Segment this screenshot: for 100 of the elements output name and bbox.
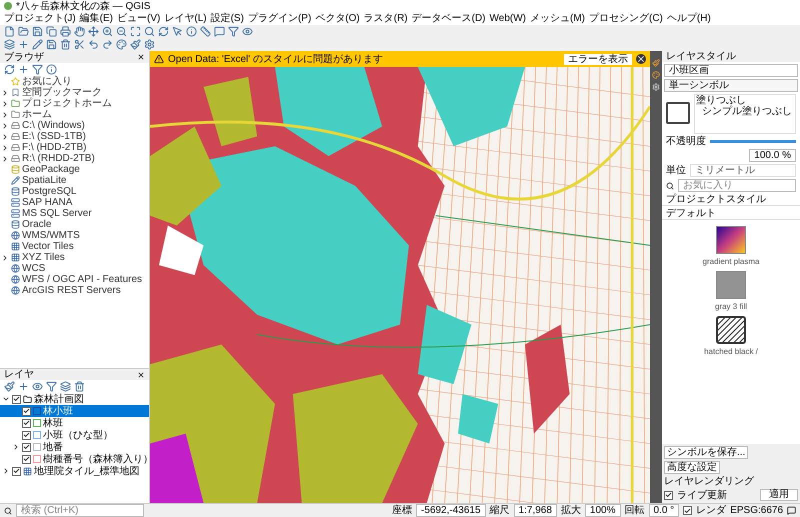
expand-icon[interactable] xyxy=(2,467,10,475)
browser-item[interactable]: MS SQL Server xyxy=(22,208,92,219)
checkbox[interactable] xyxy=(22,454,31,464)
checkbox[interactable] xyxy=(12,466,21,476)
unit-dropdown[interactable]: ミリメートル xyxy=(690,164,796,177)
info-icon[interactable] xyxy=(46,64,57,75)
checkbox[interactable] xyxy=(22,442,31,452)
menu-item[interactable]: ベクタ(O) xyxy=(315,13,360,24)
coordinate-field[interactable]: -5692,-43615 xyxy=(416,504,486,517)
pointer-icon[interactable] xyxy=(172,26,183,37)
menu-item[interactable]: 編集(E) xyxy=(80,13,114,24)
layer-row[interactable]: 林班 xyxy=(0,417,149,429)
hand-icon[interactable] xyxy=(74,26,85,37)
eye-icon[interactable] xyxy=(242,26,253,37)
layer-row[interactable]: 地理院タイル_標準地図 xyxy=(0,465,149,477)
layers-icon[interactable] xyxy=(60,381,71,392)
layer-row[interactable]: 小班（ひな型） xyxy=(0,429,149,441)
menu-item[interactable]: プラグイン(P) xyxy=(248,13,312,24)
brush-icon[interactable] xyxy=(4,381,15,392)
expand-icon[interactable] xyxy=(1,254,9,262)
browser-item[interactable]: PostgreSQL xyxy=(22,186,76,197)
pencil-icon[interactable] xyxy=(32,39,43,50)
panel-button[interactable]: シンボルを保存... xyxy=(664,446,748,459)
refresh-icon[interactable] xyxy=(4,64,15,75)
browser-item[interactable]: Vector Tiles xyxy=(22,241,74,252)
locator-search-field[interactable]: 検索 (Ctrl+K) xyxy=(16,504,144,517)
filter-icon[interactable] xyxy=(228,26,239,37)
expand-icon[interactable] xyxy=(1,132,9,140)
ruler-icon[interactable] xyxy=(200,26,211,37)
crs-button[interactable]: EPSG:6676 xyxy=(730,505,783,516)
brush-icon[interactable] xyxy=(130,39,141,50)
expand-icon[interactable] xyxy=(1,122,9,130)
undo-icon[interactable] xyxy=(88,39,99,50)
symbol-layer-item[interactable]: 塗りつぶし xyxy=(695,95,795,106)
browser-item[interactable]: C:\ (Windows) xyxy=(22,120,85,131)
layer-row[interactable]: 森林計画図 xyxy=(0,393,149,405)
layers-icon[interactable] xyxy=(4,39,15,50)
apply-button[interactable]: 適用 xyxy=(760,489,798,501)
symbol-preview[interactable] xyxy=(716,316,746,344)
browser-item[interactable]: GeoPackage xyxy=(22,164,80,175)
collapse-icon[interactable] xyxy=(2,395,10,403)
browser-item[interactable]: ArcGIS REST Servers xyxy=(22,285,121,296)
menu-item[interactable]: メッシュ(M) xyxy=(530,13,585,24)
menu-item[interactable]: ヘルプ(H) xyxy=(666,13,711,24)
browser-item[interactable]: プロジェクトホーム xyxy=(22,98,112,109)
close-icon[interactable] xyxy=(636,54,646,64)
menu-item[interactable]: ビュー(V) xyxy=(117,13,160,24)
browser-item[interactable]: お気に入り xyxy=(22,76,72,87)
message-icon[interactable] xyxy=(787,506,796,515)
rotation-field[interactable]: 0.0 ° xyxy=(648,504,680,517)
expand-icon[interactable] xyxy=(1,154,9,162)
checkbox[interactable] xyxy=(12,394,21,404)
brush-icon[interactable] xyxy=(652,59,660,67)
filter-icon[interactable] xyxy=(32,64,43,75)
layer-dropdown[interactable]: 小班区画 xyxy=(664,64,798,77)
zoom-out-icon[interactable] xyxy=(116,26,127,37)
scale-field[interactable]: 1:7,968 xyxy=(514,504,557,517)
search-icon[interactable] xyxy=(144,26,155,37)
browser-item[interactable]: ホーム xyxy=(22,109,52,120)
symbol-layer-item[interactable]: シンプル塗りつぶし xyxy=(695,106,795,117)
browser-item[interactable]: 空間ブックマーク xyxy=(22,87,102,98)
menu-item[interactable]: ラスタ(R) xyxy=(364,13,408,24)
add-icon[interactable] xyxy=(18,64,29,75)
refresh-icon[interactable] xyxy=(158,26,169,37)
layer-row[interactable]: 地番 xyxy=(0,441,149,453)
checkbox[interactable] xyxy=(664,490,673,500)
browser-item[interactable]: SAP HANA xyxy=(22,197,72,208)
show-errors-button[interactable]: エラーを表示 xyxy=(564,54,632,64)
new-file-icon[interactable] xyxy=(4,26,15,37)
delete-icon[interactable] xyxy=(60,39,71,50)
browser-item[interactable]: WFS / OGC API - Features xyxy=(22,274,142,285)
expand-icon[interactable] xyxy=(1,100,9,108)
redo-icon[interactable] xyxy=(102,39,113,50)
add-icon[interactable] xyxy=(18,381,29,392)
full-extent-icon[interactable] xyxy=(130,26,141,37)
printer-icon[interactable] xyxy=(60,26,71,37)
delete-icon[interactable] xyxy=(74,381,85,392)
checkbox[interactable] xyxy=(683,506,692,515)
expand-icon[interactable] xyxy=(12,443,20,451)
palette-icon[interactable] xyxy=(652,71,660,79)
menu-item[interactable]: レイヤ(L) xyxy=(164,13,207,24)
folder-icon[interactable] xyxy=(18,26,29,37)
layer-row[interactable]: 林小班 xyxy=(0,405,149,417)
opacity-slider[interactable] xyxy=(710,140,796,143)
panel-button[interactable]: 高度な設定 xyxy=(664,461,720,474)
close-icon[interactable] xyxy=(137,53,145,61)
scissors-icon[interactable] xyxy=(74,39,85,50)
move-icon[interactable] xyxy=(88,26,99,37)
menu-item[interactable]: データベース(D) xyxy=(412,13,486,24)
plus-icon[interactable] xyxy=(18,39,29,50)
browser-item[interactable]: R:\ (RHDD-2TB) xyxy=(22,153,95,164)
browser-item[interactable]: E:\ (SSD-1TB) xyxy=(22,131,86,142)
opacity-field[interactable]: 100.0 % xyxy=(749,149,796,162)
menu-item[interactable]: プロジェクト(J) xyxy=(4,13,76,24)
magnifier-field[interactable]: 100% xyxy=(584,504,620,517)
expand-icon[interactable] xyxy=(1,110,9,118)
info-icon[interactable] xyxy=(186,26,197,37)
settings-icon[interactable] xyxy=(144,39,155,50)
menu-item[interactable]: Web(W) xyxy=(490,13,526,24)
menu-item[interactable]: 設定(S) xyxy=(210,13,244,24)
